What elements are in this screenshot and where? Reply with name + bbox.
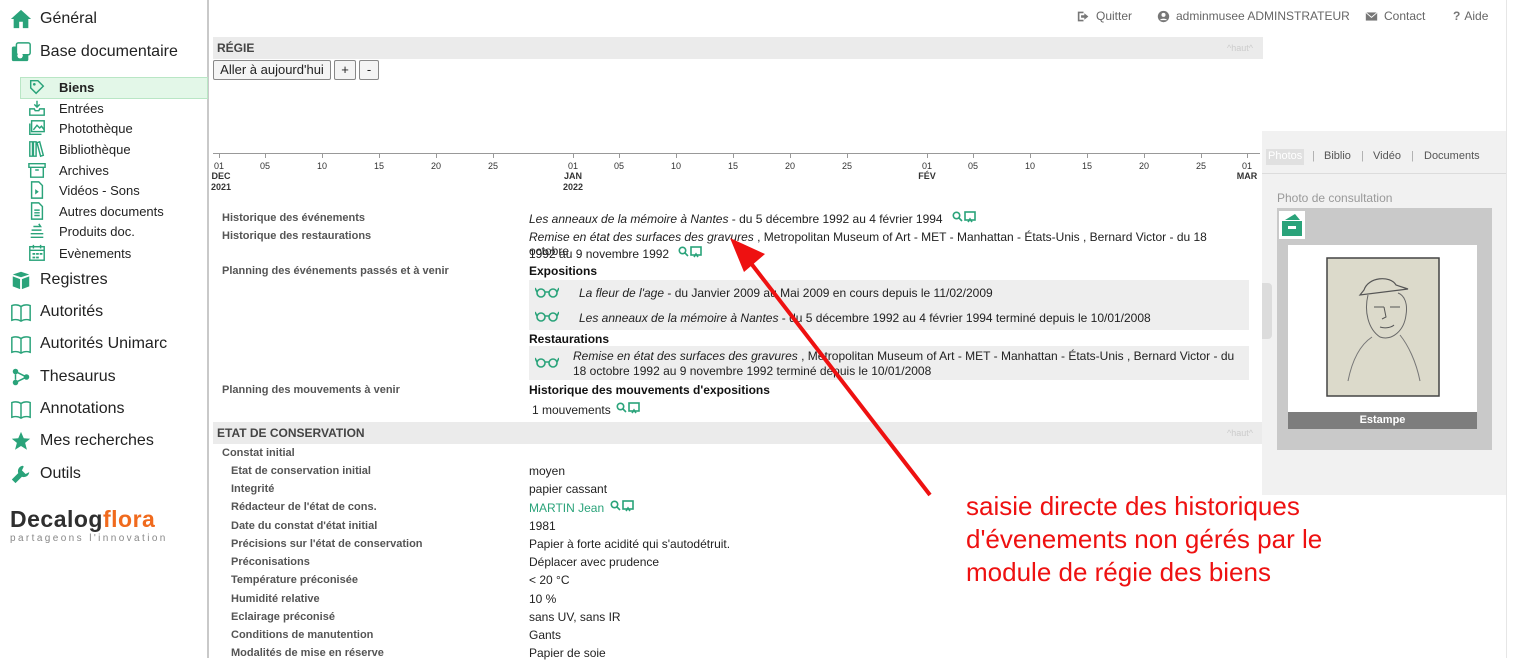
annotation-arrow [730, 238, 932, 497]
annotation-line-2: d'évenements non gérés par le [966, 524, 1323, 554]
annotation-line-1: saisie directe des historiques [966, 491, 1300, 521]
annotation-line-3: module de régie des biens [966, 557, 1271, 587]
